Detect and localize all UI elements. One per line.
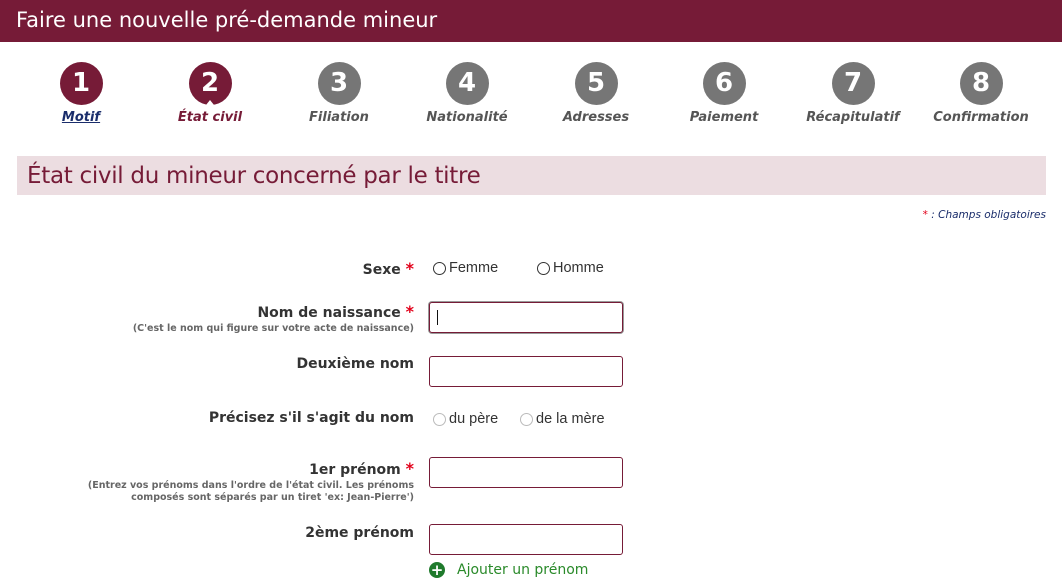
- step-motif[interactable]: 1 Motif: [21, 62, 141, 125]
- radio-circle[interactable]: [537, 261, 550, 275]
- radio-label[interactable]: Femme: [449, 260, 498, 276]
- prenom1-help: (Entrez vos prénoms dans l'ordre de l'ét…: [14, 480, 414, 504]
- radio-de-la-mere[interactable]: de la mère: [520, 411, 605, 427]
- prenom1-label: 1er prénom * (Entrez vos prénoms dans l'…: [14, 459, 414, 504]
- nom-naissance-label-text: Nom de naissance: [257, 305, 401, 321]
- radio-label[interactable]: Homme: [553, 260, 604, 276]
- page-title: Faire une nouvelle pré-demande mineur: [16, 8, 438, 32]
- prenom1-input[interactable]: [429, 457, 623, 488]
- required-star: *: [405, 459, 414, 478]
- required-note-text: : Champs obligatoires: [927, 209, 1046, 221]
- prenom2-label: 2ème prénom: [14, 525, 414, 541]
- section-title: État civil du mineur concerné par le tit…: [17, 156, 1046, 195]
- deuxieme-nom-label: Deuxième nom: [14, 356, 414, 372]
- step-label: Nationalité: [426, 110, 508, 125]
- text-cursor: [437, 310, 438, 325]
- prenom1-help-line: composés sont séparés par un tiret 'ex: …: [131, 492, 414, 503]
- origine-nom-label-text: Précisez s'il s'agit du nom: [208, 410, 414, 426]
- sexe-label-text: Sexe: [362, 262, 401, 278]
- step-label: Confirmation: [933, 110, 1029, 125]
- plus-circle-icon[interactable]: +: [429, 562, 445, 578]
- step-label: Paiement: [689, 110, 759, 125]
- radio-label[interactable]: de la mère: [536, 411, 605, 427]
- step-number: 5: [574, 62, 618, 105]
- step-label[interactable]: Motif: [21, 110, 141, 125]
- add-prenom-link[interactable]: + Ajouter un prénom: [429, 562, 588, 578]
- origine-nom-radio-group: du père de la mère: [433, 411, 605, 427]
- add-prenom-label[interactable]: Ajouter un prénom: [457, 562, 588, 578]
- nom-naissance-help: (C'est le nom qui figure sur votre acte …: [132, 323, 414, 334]
- step-number: 4: [445, 62, 489, 105]
- step-filiation: 3 Filiation: [279, 62, 399, 125]
- step-etat-civil: 2 État civil: [150, 62, 270, 125]
- step-paiement: 6 Paiement: [664, 62, 784, 125]
- prenom1-label-text: 1er prénom: [309, 462, 401, 478]
- step-adresses: 5 Adresses: [536, 62, 656, 125]
- radio-femme[interactable]: Femme: [433, 260, 537, 276]
- step-label: Filiation: [309, 110, 369, 125]
- required-fields-note: * : Champs obligatoires: [923, 209, 1046, 221]
- step-number: 6: [702, 62, 746, 105]
- deuxieme-nom-input[interactable]: [429, 356, 623, 387]
- step-number: 8: [959, 62, 1003, 105]
- prenom1-field-wrap: [429, 457, 623, 488]
- prenom2-input[interactable]: [429, 524, 623, 555]
- radio-circle[interactable]: [433, 261, 446, 275]
- step-number: 7: [831, 62, 875, 105]
- sexe-radio-group: Femme Homme: [433, 260, 604, 276]
- origine-nom-label: Précisez s'il s'agit du nom: [14, 410, 414, 426]
- prenom1-help-line: (Entrez vos prénoms dans l'ordre de l'ét…: [87, 480, 414, 491]
- radio-label[interactable]: du père: [449, 411, 498, 427]
- step-label: État civil: [177, 110, 243, 125]
- step-confirmation: 8 Confirmation: [921, 62, 1041, 125]
- step-label: Adresses: [562, 110, 630, 125]
- radio-circle[interactable]: [433, 412, 446, 426]
- radio-du-pere[interactable]: du père: [433, 411, 520, 427]
- step-number: 3: [317, 62, 361, 105]
- nom-naissance-input[interactable]: [429, 302, 623, 333]
- sexe-label: Sexe *: [14, 259, 414, 278]
- radio-circle[interactable]: [520, 412, 533, 426]
- prenom2-field-wrap: [429, 524, 623, 555]
- progress-stepper: 1 Motif 2 État civil 3 Filiation 4 Natio…: [0, 62, 1062, 132]
- step-label: Récapitulatif: [806, 110, 900, 125]
- step-number: 2: [188, 62, 232, 105]
- radio-homme[interactable]: Homme: [537, 260, 604, 276]
- required-star: *: [405, 259, 414, 278]
- deuxieme-nom-label-text: Deuxième nom: [296, 356, 414, 372]
- deuxieme-nom-field-wrap: [429, 356, 623, 387]
- step-number: 1: [59, 62, 103, 105]
- page-header: Faire une nouvelle pré-demande mineur: [0, 0, 1062, 42]
- nom-naissance-label: Nom de naissance * (C'est le nom qui fig…: [14, 302, 414, 335]
- step-nationalite: 4 Nationalité: [407, 62, 527, 125]
- section-title-text: État civil du mineur concerné par le tit…: [27, 163, 481, 189]
- step-recapitulatif: 7 Récapitulatif: [793, 62, 913, 125]
- nom-naissance-field-wrap: [429, 302, 623, 333]
- required-star: *: [405, 302, 414, 321]
- prenom2-label-text: 2ème prénom: [305, 525, 414, 541]
